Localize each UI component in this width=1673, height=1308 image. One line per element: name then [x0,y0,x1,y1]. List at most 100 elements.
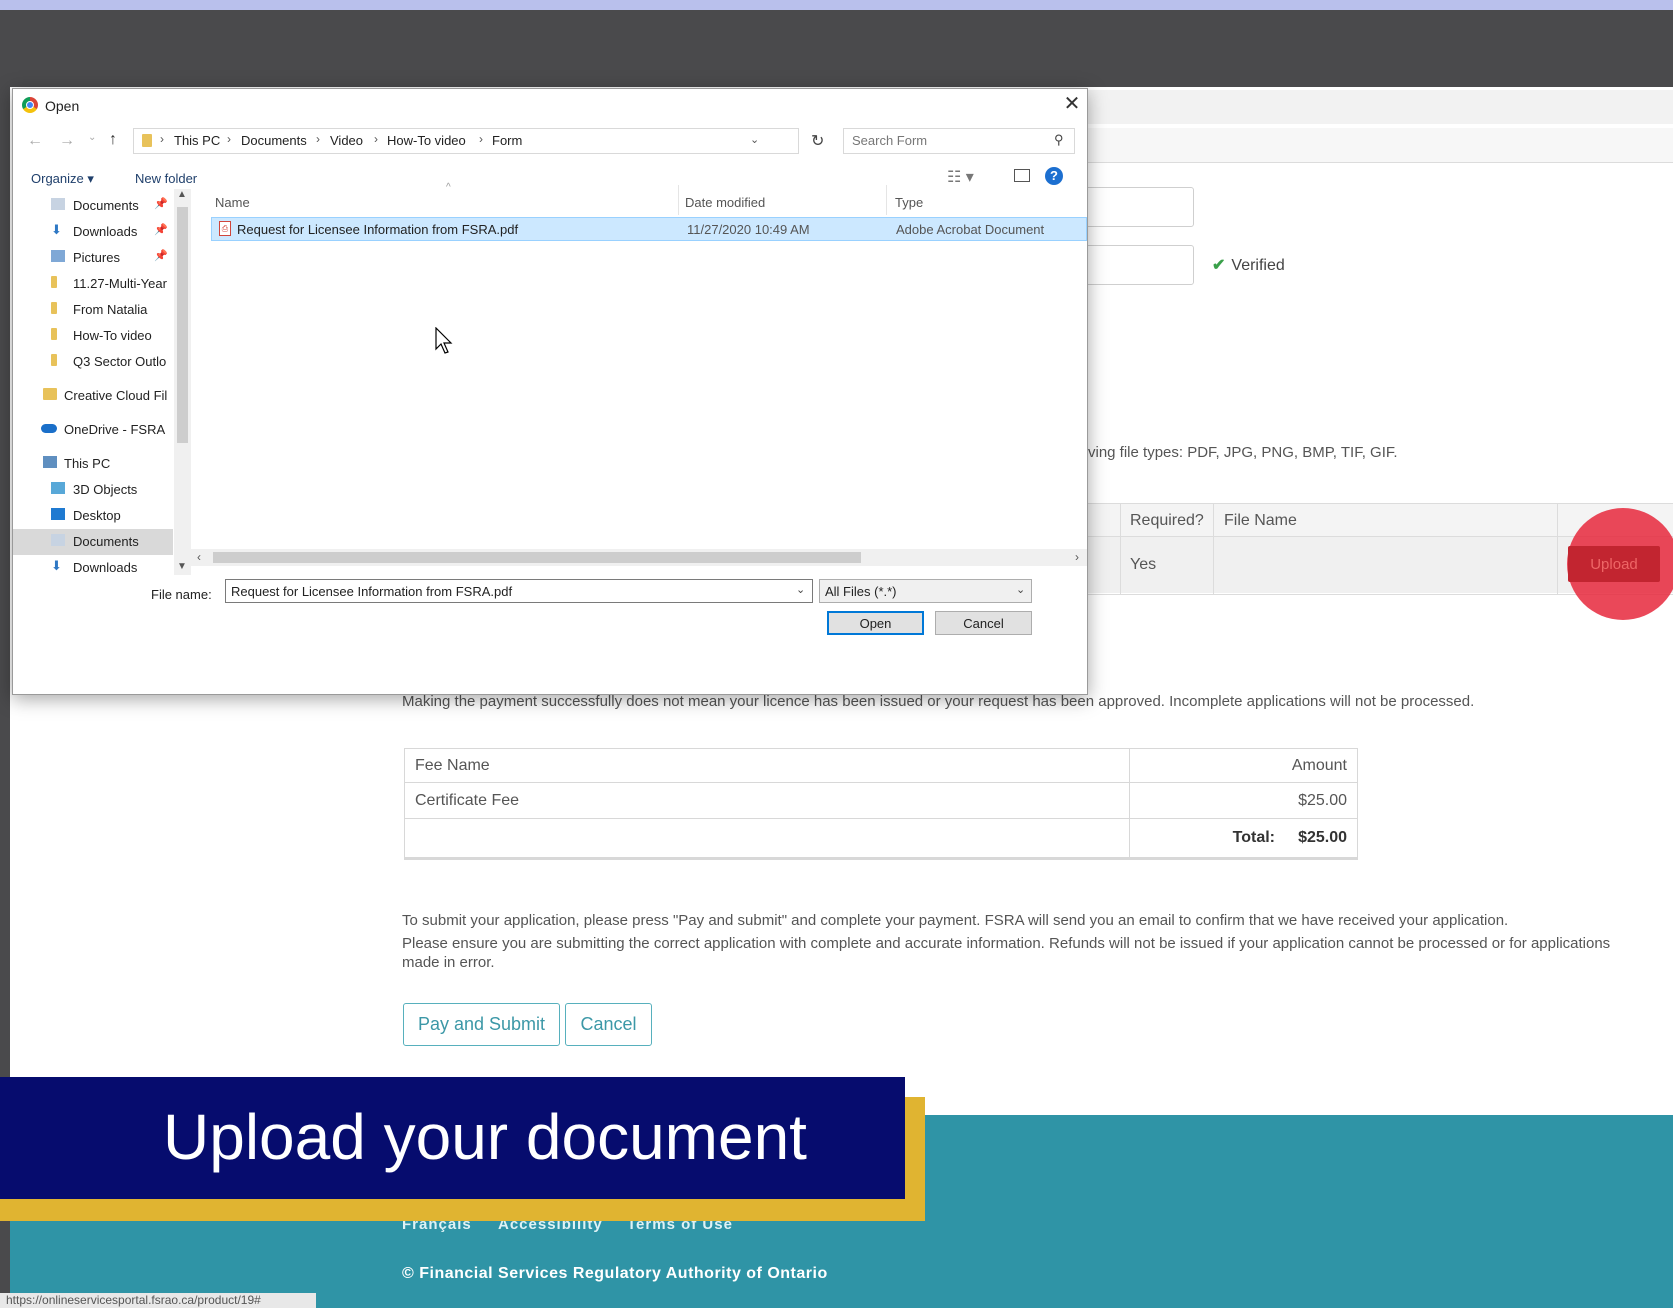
documents-icon [51,198,65,210]
sidebar-item-from-natalia[interactable]: From Natalia [13,297,173,323]
forward-icon[interactable]: → [59,132,75,150]
sidebar-item-creative-cloud[interactable]: Creative Cloud Fil [13,383,173,409]
total-value: $25.00 [1298,829,1347,846]
fee-table: Fee Name Amount Certificate Fee $25.00 T… [404,748,1358,860]
column-divider [1129,749,1130,857]
date-column-header[interactable]: Date modified [685,195,765,210]
amount-cell: $25.00 [1298,792,1347,809]
name-column-header[interactable]: Name [215,195,250,210]
organize-button[interactable]: Organize ▾ [31,171,94,187]
total-label: Total: [1232,829,1275,846]
type-column-header[interactable]: Type [895,195,923,210]
dialog-title: Open [45,98,80,114]
pin-icon: 📌 [154,224,168,236]
cube-icon [51,482,65,494]
sidebar-item-pictures[interactable]: Pictures 📌 [13,245,173,271]
file-type-filter[interactable]: All Files (*.*) ⌄ [819,579,1032,603]
sidebar-item-multi-year[interactable]: 11.27-Multi-Year [13,271,173,297]
sidebar-item-desktop[interactable]: Desktop [13,503,173,529]
sidebar-item-label: Documents [73,198,139,213]
required-header: Required? [1130,512,1204,529]
close-icon[interactable]: ✕ [1061,93,1083,115]
search-placeholder: Search Form [852,133,928,148]
sidebar-item-q3-sector[interactable]: Q3 Sector Outlo [13,349,173,375]
cloud-icon [41,424,57,433]
breadcrumb-documents[interactable]: Documents [241,133,307,148]
view-options-icon[interactable]: ☷ ▾ [947,167,974,187]
column-divider[interactable] [678,185,679,215]
preview-pane-icon[interactable] [1014,169,1030,182]
sidebar-item-3d-objects[interactable]: 3D Objects [13,477,173,503]
nav-scrollbar[interactable]: ▲ ▼ [174,189,191,575]
scroll-up-icon[interactable]: ▲ [177,189,187,200]
table-row [405,782,1357,819]
chevron-down-icon[interactable]: ⌄ [796,583,805,596]
sidebar-item-how-to-video[interactable]: How-To video [13,323,173,349]
form-field-2[interactable] [1080,245,1194,285]
scrollbar-thumb[interactable] [177,207,188,443]
column-divider [1120,504,1121,594]
breadcrumb-video[interactable]: Video [330,133,363,148]
breadcrumb-form[interactable]: Form [492,133,522,148]
column-divider[interactable] [886,185,887,215]
scroll-right-icon[interactable]: › [1075,550,1079,564]
back-icon[interactable]: ← [27,132,43,150]
breadcrumb-how-to-video[interactable]: How-To video [387,133,466,148]
folder-icon [51,276,57,288]
chevron-right-icon: › [160,132,164,146]
table-row[interactable]: ⎙ Request for Licensee Information from … [211,217,1087,241]
sidebar-item-downloads-pc[interactable]: ⬇ Downloads [13,555,173,581]
search-input[interactable]: Search Form ⚲ [843,128,1075,154]
computer-icon [43,456,57,468]
file-name-label: File name: [151,587,212,602]
dark-band [0,10,1673,87]
up-icon[interactable]: ↑ [109,131,117,149]
sidebar-item-documents-pc[interactable]: Documents [13,529,173,555]
chevron-right-icon: › [479,132,483,146]
column-divider [1557,504,1558,594]
new-folder-button[interactable]: New folder [135,171,197,186]
sidebar-item-label: Downloads [73,224,138,239]
folder-icon [51,302,57,314]
scroll-left-icon[interactable]: ‹ [197,550,201,564]
submit-note-line-1: To submit your application, please press… [402,912,1509,929]
refresh-icon[interactable]: ↻ [811,131,824,151]
dialog-cancel-button[interactable]: Cancel [935,611,1032,635]
pdf-file-icon: ⎙ [219,221,231,236]
chevron-right-icon: › [316,132,320,146]
scrollbar-thumb[interactable] [213,552,861,563]
pin-icon: 📌 [154,250,168,262]
scroll-down-icon[interactable]: ▼ [177,561,187,572]
sidebar-item-documents[interactable]: Documents 📌 [13,193,173,219]
amount-header: Amount [1291,757,1347,774]
address-bar[interactable]: › This PC › Documents › Video › How-To v… [133,128,799,154]
pay-and-submit-button[interactable]: Pay and Submit [403,1003,560,1046]
open-button[interactable]: Open [827,611,924,635]
sidebar-item-label: From Natalia [73,302,148,317]
sidebar-item-label: 3D Objects [73,482,138,497]
breadcrumb-this-pc[interactable]: This PC [174,133,220,148]
sidebar-item-label: Pictures [73,250,120,265]
help-icon[interactable]: ? [1045,167,1063,185]
chevron-right-icon: › [227,132,231,146]
desktop-icon [51,508,65,520]
recent-dropdown-icon[interactable]: ⌄ [88,132,96,143]
form-field-1[interactable] [1080,187,1194,227]
download-arrow-icon: ⬇ [51,222,62,237]
verified-status: ✔ Verified [1212,255,1285,275]
folder-icon [51,328,57,340]
check-icon: ✔ [1212,257,1226,274]
upload-button[interactable]: Upload [1568,546,1660,582]
file-list-scrollbar[interactable]: ‹ › [191,549,1087,566]
search-icon: ⚲ [1054,132,1064,147]
sidebar-item-this-pc[interactable]: This PC [13,451,173,477]
chevron-down-icon[interactable]: ⌄ [750,133,759,146]
sidebar-item-label: Desktop [73,508,121,523]
submit-instructions: To submit your application, please press… [402,911,1632,972]
sidebar-item-onedrive[interactable]: OneDrive - FSRA [13,417,173,443]
file-type-filter-value: All Files (*.*) [825,584,897,599]
sidebar-item-label: OneDrive - FSRA [64,422,166,437]
cancel-button[interactable]: Cancel [565,1003,652,1046]
file-name-input[interactable]: Request for Licensee Information from FS… [225,579,813,603]
sidebar-item-downloads[interactable]: ⬇ Downloads 📌 [13,219,173,245]
